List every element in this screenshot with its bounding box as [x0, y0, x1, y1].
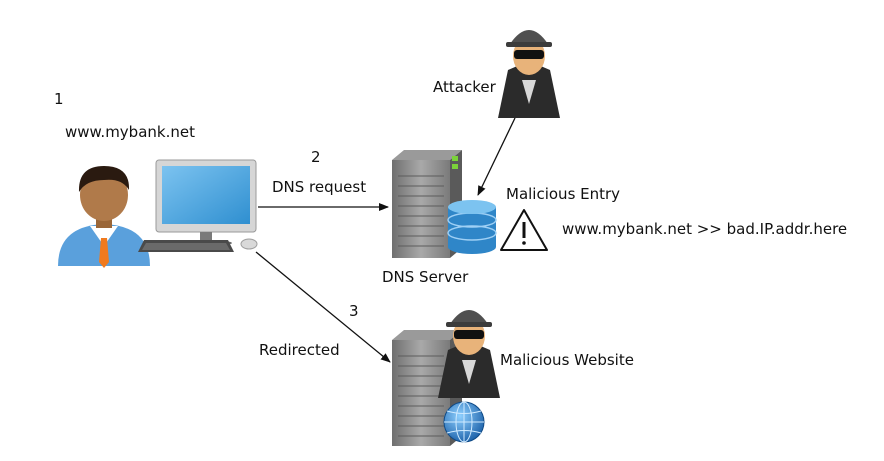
- redirected-label: Redirected: [259, 341, 340, 359]
- dns-server-label: DNS Server: [382, 268, 469, 286]
- dns-spoofing-diagram: 1 www.mybank.net 2 DNS request Attacker …: [0, 0, 884, 461]
- globe-icon: [443, 401, 485, 443]
- step-1-label: 1: [54, 90, 64, 108]
- malicious-website-label: Malicious Website: [500, 351, 634, 369]
- malicious-entry-label: Malicious Entry: [506, 185, 621, 203]
- url-label: www.mybank.net: [65, 123, 195, 141]
- warning-icon: [500, 209, 548, 251]
- dns-mapping-label: www.mybank.net >> bad.IP.addr.here: [562, 220, 848, 238]
- attacker-label: Attacker: [433, 78, 496, 96]
- step-2-label: 2: [311, 148, 321, 166]
- hacker-icon: [498, 30, 560, 118]
- dns-request-label: DNS request: [272, 178, 367, 196]
- database-icon: [447, 200, 497, 254]
- step-3-label: 3: [349, 302, 359, 320]
- desktop-computer-icon: [138, 159, 258, 252]
- user-icon: [58, 166, 150, 268]
- hacker-icon: [438, 310, 500, 398]
- attacker-arrow: [477, 117, 516, 196]
